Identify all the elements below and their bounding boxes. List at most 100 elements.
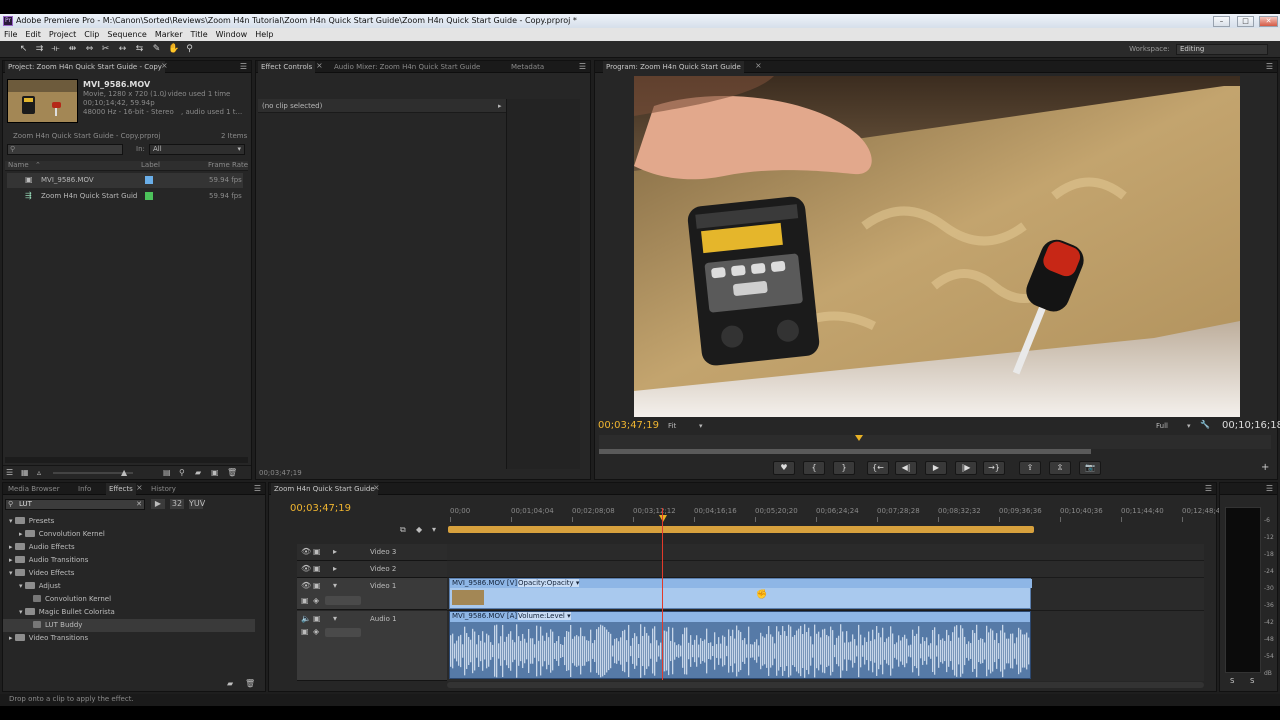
keyframe-icon[interactable]: ◈ bbox=[313, 627, 319, 637]
tree-item-convolution-kernel[interactable]: Convolution Kernel bbox=[33, 593, 111, 606]
set-marker-icon[interactable]: ◆ bbox=[416, 525, 422, 535]
program-time-ruler[interactable] bbox=[599, 435, 1271, 449]
column-frame-rate[interactable]: Frame Rate bbox=[208, 161, 248, 169]
slip-icon[interactable]: ↔ bbox=[117, 44, 128, 55]
go-to-in-button[interactable]: {← bbox=[867, 461, 889, 475]
project-scrollbar[interactable] bbox=[5, 457, 248, 463]
playhead-icon[interactable] bbox=[659, 515, 667, 522]
slide-icon[interactable]: ⇆ bbox=[134, 44, 145, 55]
keyframe-icon[interactable]: ◈ bbox=[313, 596, 319, 606]
snap-icon[interactable]: ⧉ bbox=[400, 525, 406, 535]
step-forward-button[interactable]: |▶ bbox=[955, 461, 977, 475]
expand-closed-icon[interactable]: ▸ bbox=[9, 634, 13, 642]
solo-left-button[interactable]: S bbox=[1230, 677, 1234, 685]
video-clip[interactable]: MVI_9586.MOV [V] Opacity:Opacity ▾ ✊ bbox=[449, 578, 1032, 609]
accelerated-effects-icon[interactable]: ▶ bbox=[151, 499, 165, 509]
close-tab-icon[interactable]: × bbox=[755, 61, 762, 70]
32-bit-effects-icon[interactable]: 32 bbox=[170, 499, 184, 509]
panel-menu-icon[interactable]: ☰ bbox=[1205, 484, 1212, 493]
playhead-icon[interactable] bbox=[855, 435, 863, 441]
sequence-marker-icon[interactable]: ▾ bbox=[432, 525, 436, 535]
minimize-button[interactable]: – bbox=[1213, 16, 1230, 27]
rate-stretch-icon[interactable]: ⇔ bbox=[84, 44, 95, 55]
tree-item-presets[interactable]: ▾ Presets bbox=[9, 515, 54, 528]
menu-title[interactable]: Title bbox=[187, 28, 212, 41]
timeline-scrollbar[interactable] bbox=[447, 682, 1204, 688]
track-lock-icon[interactable]: ▣ bbox=[313, 581, 321, 591]
in-select[interactable]: All ▾ bbox=[149, 144, 245, 155]
mark-out-button[interactable]: } bbox=[833, 461, 855, 475]
workspace-select[interactable]: Editing bbox=[1176, 44, 1268, 55]
program-video-frame[interactable] bbox=[634, 76, 1240, 417]
step-back-button[interactable]: ◀| bbox=[895, 461, 917, 475]
tree-item-magic-bullet-colorista[interactable]: ▾ Magic Bullet Colorista bbox=[19, 606, 115, 619]
ripple-edit-icon[interactable]: ⟛ bbox=[50, 44, 61, 55]
column-label[interactable]: Label bbox=[141, 161, 160, 169]
selection-tool-icon[interactable]: ↖ bbox=[18, 44, 29, 55]
mark-in-button[interactable]: { bbox=[803, 461, 825, 475]
expand-closed-icon[interactable]: ▸ bbox=[9, 556, 13, 564]
menu-marker[interactable]: Marker bbox=[151, 28, 187, 41]
column-name[interactable]: Name bbox=[8, 161, 29, 169]
timeline-ruler[interactable]: 00;00 00;01;04;04 00;02;08;08 00;03;12;12 00… bbox=[448, 505, 1225, 535]
program-current-timecode[interactable]: 00;03;47;19 bbox=[598, 420, 659, 431]
tab-info[interactable]: Info bbox=[75, 483, 94, 495]
tree-item-video-transitions[interactable]: ▸ Video Transitions bbox=[9, 632, 88, 645]
tab-media-browser[interactable]: Media Browser bbox=[5, 483, 63, 495]
hand-icon[interactable]: ✋ bbox=[168, 44, 179, 55]
expand-open-icon[interactable]: ▾ bbox=[9, 569, 13, 577]
panel-menu-icon[interactable]: ☰ bbox=[579, 62, 586, 71]
expand-closed-icon[interactable]: ▸ bbox=[19, 530, 23, 538]
clear-search-icon[interactable]: ✕ bbox=[136, 500, 142, 508]
yuv-effects-icon[interactable]: YUV bbox=[189, 499, 205, 509]
tree-item-lut-buddy[interactable]: LUT Buddy bbox=[3, 619, 255, 632]
expand-open-icon[interactable]: ▾ bbox=[333, 581, 337, 591]
tab-project[interactable]: Project: Zoom H4n Quick Start Guide - Co… bbox=[5, 61, 165, 73]
track-select-icon[interactable]: ⇉ bbox=[34, 44, 45, 55]
track-area[interactable]: MVI_9586.MOV [V] Opacity:Opacity ▾ ✊ MVI… bbox=[447, 508, 1204, 681]
icon-view-icon[interactable]: ▦ bbox=[21, 468, 29, 478]
tab-history[interactable]: History bbox=[148, 483, 179, 495]
lift-button[interactable]: ⇪ bbox=[1019, 461, 1041, 475]
eye-icon[interactable]: 👁 bbox=[301, 564, 311, 574]
effects-search-input[interactable]: ⚲ LUT ✕ bbox=[5, 499, 145, 510]
button-editor-icon[interactable]: + bbox=[1261, 462, 1269, 473]
timeline-current-timecode[interactable]: 00;03;47;19 bbox=[290, 503, 351, 514]
work-area-bar[interactable] bbox=[448, 526, 1034, 533]
menu-clip[interactable]: Clip bbox=[80, 28, 103, 41]
panel-menu-icon[interactable]: ☰ bbox=[1266, 484, 1273, 493]
track-lock-icon[interactable]: ▣ bbox=[313, 564, 321, 574]
list-item[interactable]: ⇶ Zoom H4n Quick Start Guid 59.94 fps bbox=[7, 189, 243, 204]
display-style-icon[interactable]: ▣ bbox=[301, 627, 309, 637]
project-search-input[interactable]: ⚲ bbox=[7, 144, 123, 155]
razor-icon[interactable]: ✂ bbox=[100, 44, 111, 55]
audio-clip[interactable]: MVI_9586.MOV [A] Volume:Level ▾ bbox=[449, 611, 1031, 679]
track-lock-icon[interactable]: ▣ bbox=[313, 614, 321, 624]
solo-right-button[interactable]: S bbox=[1250, 677, 1254, 685]
tree-item-adjust[interactable]: ▾ Adjust bbox=[19, 580, 61, 593]
speaker-icon[interactable]: 🔈 bbox=[301, 614, 311, 624]
go-to-out-button[interactable]: →} bbox=[983, 461, 1005, 475]
keyframe-navigator[interactable] bbox=[325, 596, 361, 605]
expand-closed-icon[interactable]: ▸ bbox=[333, 564, 337, 574]
zoom-icon[interactable]: ⚲ bbox=[184, 44, 195, 55]
tab-timeline-sequence[interactable]: Zoom H4n Quick Start Guide bbox=[271, 483, 378, 495]
close-tab-icon[interactable]: × bbox=[316, 61, 323, 70]
wrench-icon[interactable]: 🔧 bbox=[1200, 420, 1210, 429]
tab-effects[interactable]: Effects bbox=[106, 483, 136, 495]
menu-file[interactable]: File bbox=[0, 28, 21, 41]
eye-icon[interactable]: 👁 bbox=[301, 547, 311, 557]
close-tab-icon[interactable]: × bbox=[161, 61, 168, 70]
video-fx-select[interactable]: Opacity:Opacity ▾ bbox=[518, 579, 580, 587]
keyframe-navigator[interactable] bbox=[325, 628, 361, 637]
tab-program[interactable]: Program: Zoom H4n Quick Start Guide bbox=[603, 61, 744, 73]
panel-menu-icon[interactable]: ☰ bbox=[1266, 62, 1273, 71]
list-view-icon[interactable]: ☰ bbox=[6, 468, 13, 478]
new-item-icon[interactable]: ▣ bbox=[211, 468, 219, 478]
expand-open-icon[interactable]: ▾ bbox=[9, 517, 13, 525]
eye-icon[interactable]: 👁 bbox=[301, 581, 311, 591]
panel-menu-icon[interactable]: ☰ bbox=[240, 62, 247, 71]
fit-select[interactable]: Fit bbox=[668, 422, 676, 430]
rolling-edit-icon[interactable]: ⇹ bbox=[67, 44, 78, 55]
menu-window[interactable]: Window bbox=[212, 28, 252, 41]
